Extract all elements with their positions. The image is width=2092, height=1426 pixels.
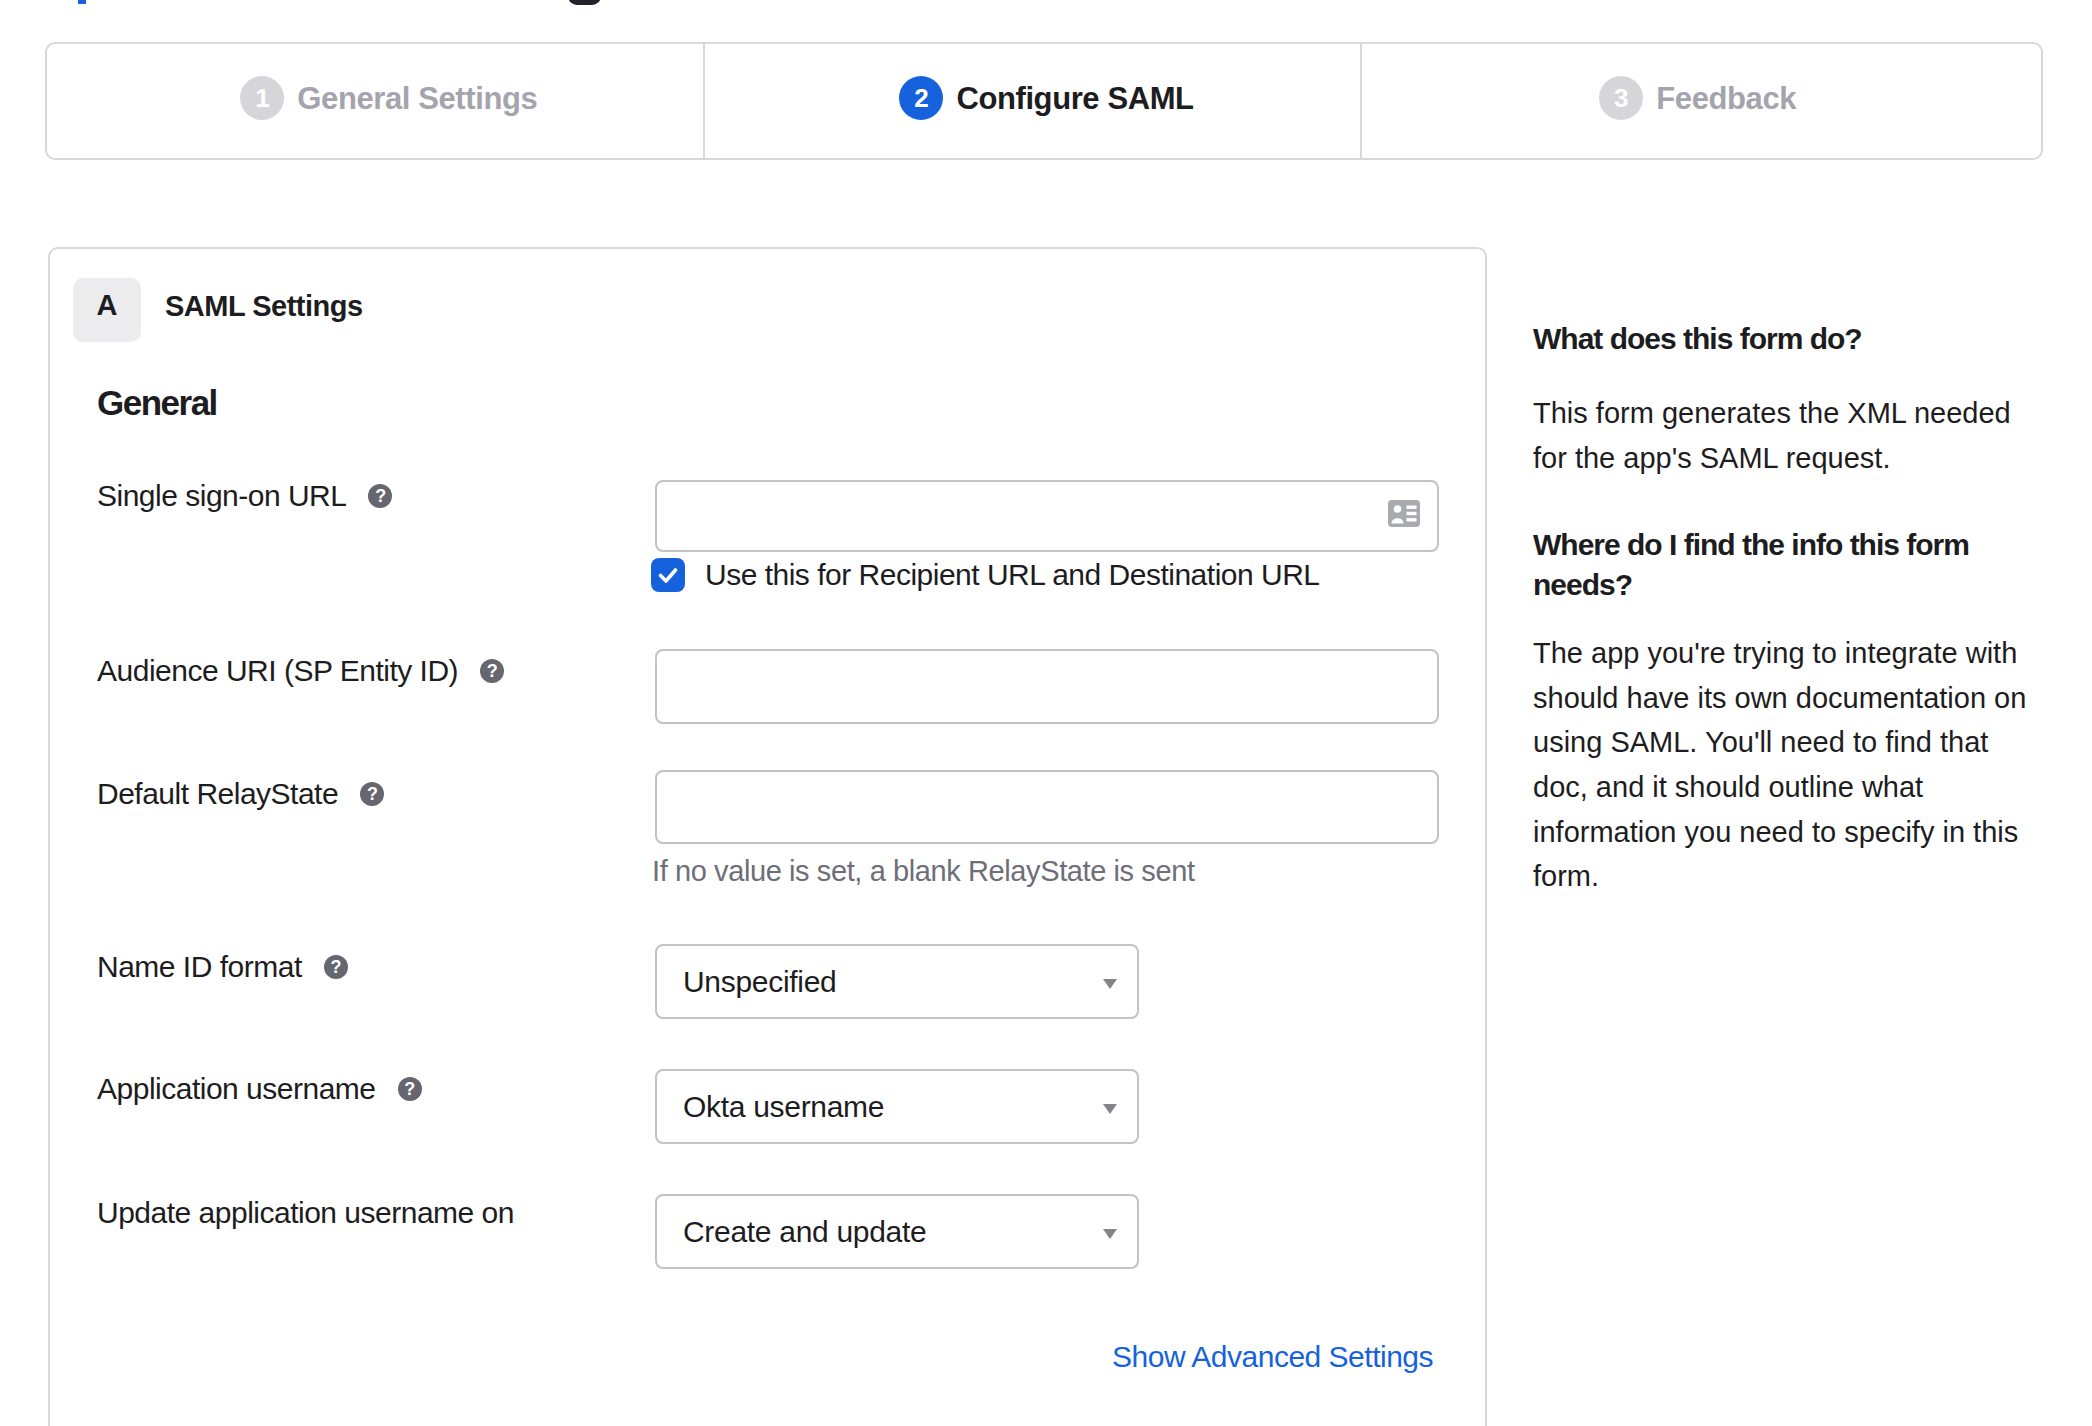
- name-id-format-label: Name ID format ?: [97, 949, 348, 985]
- chevron-down-icon: [1103, 979, 1117, 989]
- help-icon-audience[interactable]: ?: [480, 659, 504, 683]
- step-feedback[interactable]: 3 Feedback: [1360, 44, 2041, 158]
- recipient-url-checkbox[interactable]: [651, 558, 685, 592]
- relaystate-hint: If no value is set, a blank RelayState i…: [652, 853, 1195, 889]
- chevron-down-icon: [1103, 1229, 1117, 1239]
- update-app-username-select[interactable]: Create and update: [655, 1194, 1139, 1269]
- step-3-label: Feedback: [1656, 79, 1796, 117]
- step-2-number-badge: 2: [899, 76, 943, 120]
- general-heading: General: [97, 382, 217, 424]
- default-relaystate-label: Default RelayState ?: [97, 776, 384, 812]
- step-1-number-badge: 1: [240, 76, 284, 120]
- audience-uri-input[interactable]: [655, 649, 1439, 724]
- step-inner: 3 Feedback: [1599, 76, 1796, 120]
- step-2-label: Configure SAML: [956, 79, 1193, 117]
- single-sign-on-url-label: Single sign-on URL ?: [97, 478, 392, 514]
- help-heading-1: What does this form do?: [1533, 319, 2033, 359]
- audience-uri-label-text: Audience URI (SP Entity ID): [97, 653, 458, 689]
- step-inner: 2 Configure SAML: [899, 76, 1193, 120]
- application-username-label: Application username ?: [97, 1071, 422, 1107]
- recipient-url-checkbox-row: Use this for Recipient URL and Destinati…: [651, 558, 1320, 592]
- help-icon-nameid[interactable]: ?: [324, 955, 348, 979]
- name-id-format-label-text: Name ID format: [97, 949, 302, 985]
- step-3-number-badge: 3: [1599, 76, 1643, 120]
- saml-settings-heading: SAML Settings: [165, 278, 363, 342]
- help-icon-relaystate[interactable]: ?: [360, 782, 384, 806]
- default-relaystate-input[interactable]: [655, 770, 1439, 844]
- step-general-settings[interactable]: 1 General Settings: [47, 44, 703, 158]
- saml-settings-card: A SAML Settings General Single sign-on U…: [48, 247, 1487, 1426]
- default-relaystate-label-text: Default RelayState: [97, 776, 338, 812]
- update-app-username-value: Create and update: [683, 1215, 926, 1249]
- help-heading-2: Where do I find the info this form needs…: [1533, 525, 2033, 605]
- update-app-username-label: Update application username on: [97, 1195, 514, 1231]
- help-panel: What does this form do? This form genera…: [1533, 319, 2033, 899]
- section-badge-a: A: [73, 278, 141, 342]
- help-section-1: What does this form do? This form genera…: [1533, 319, 2033, 480]
- help-body-1: This form generates the XML needed for t…: [1533, 391, 2033, 480]
- step-configure-saml[interactable]: 2 Configure SAML: [703, 44, 1361, 158]
- help-icon-appusername[interactable]: ?: [398, 1077, 422, 1101]
- step-1-label: General Settings: [297, 79, 537, 117]
- recipient-url-checkbox-label: Use this for Recipient URL and Destinati…: [705, 558, 1320, 592]
- show-advanced-settings-link[interactable]: Show Advanced Settings: [1112, 1339, 1433, 1375]
- help-section-2: Where do I find the info this form needs…: [1533, 525, 2033, 899]
- name-id-format-select[interactable]: Unspecified: [655, 944, 1139, 1019]
- single-sign-on-url-label-text: Single sign-on URL: [97, 478, 346, 514]
- single-sign-on-url-input[interactable]: [655, 480, 1439, 552]
- audience-uri-label: Audience URI (SP Entity ID) ?: [97, 653, 504, 689]
- application-username-label-text: Application username: [97, 1071, 376, 1107]
- help-body-2: The app you're trying to integrate with …: [1533, 631, 2033, 899]
- wizard-stepbar: 1 General Settings 2 Configure SAML 3 Feedb…: [45, 42, 2043, 160]
- contact-card-icon[interactable]: [1388, 500, 1420, 527]
- step-inner: 1 General Settings: [240, 76, 537, 120]
- name-id-format-value: Unspecified: [683, 965, 836, 999]
- help-icon-sso[interactable]: ?: [368, 484, 392, 508]
- application-username-value: Okta username: [683, 1090, 884, 1124]
- page-title-fragment-glyph: [568, 0, 601, 5]
- page-title-fragment-blue: [78, 0, 86, 4]
- update-app-username-label-text: Update application username on: [97, 1195, 514, 1231]
- chevron-down-icon: [1103, 1104, 1117, 1114]
- application-username-select[interactable]: Okta username: [655, 1069, 1139, 1144]
